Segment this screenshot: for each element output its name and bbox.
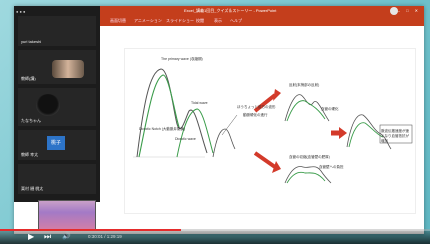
minimize-icon[interactable]: – — [398, 8, 400, 13]
participant-name: 教師(講) — [21, 76, 36, 81]
arrow-up-head — [273, 89, 281, 101]
participant-tile[interactable]: たなちゃん — [18, 88, 96, 126]
video-thumbnail[interactable] — [38, 200, 96, 230]
tab-animations[interactable]: アニメーション — [134, 18, 162, 24]
arrow-down — [253, 151, 277, 169]
label-effect: 動脈硬化の進行 — [243, 113, 268, 117]
label-result: 脈波伝搬速度が速くなり血管抵抗が増加 — [381, 129, 409, 143]
participant-name: yuri takeshi — [21, 39, 42, 44]
slide-canvas[interactable]: The primary wave (収縮期) Dicrotic Notch (大… — [124, 48, 416, 214]
label-bottom: 血管の収縮(血管壁の肥厚) — [289, 155, 330, 159]
maximize-icon[interactable]: □ — [406, 8, 408, 13]
participant-name: たなちゃん — [21, 118, 41, 123]
tab-review[interactable]: 校閲 — [196, 18, 204, 24]
volume-icon[interactable]: 🔊 — [62, 233, 71, 241]
small-wave — [212, 128, 236, 158]
time-display: 0:30:01 / 1:29:19 — [88, 234, 122, 239]
participant-avatar: 桃子 — [47, 136, 65, 150]
label-mid: 血管の硬化 — [321, 107, 339, 111]
progress-fill — [0, 229, 181, 231]
panel-toolbar[interactable]: ● ● ● — [16, 9, 25, 14]
progress-bar[interactable] — [0, 229, 430, 231]
label-primary-wave: The primary wave (収縮期) — [161, 57, 203, 61]
participant-tile[interactable]: 教師(講) — [18, 50, 96, 84]
participants-panel: ● ● ● yuri takeshi 教師(講) たなちゃん 桃子 教師 幸太 … — [14, 6, 100, 202]
label-reflection: 反射(末梢部の反射) — [289, 83, 320, 87]
window-title: Excel_講義1回目_クイズ＆ストーリー - PowerPoint — [184, 8, 277, 13]
window-controls: – □ ✕ — [393, 8, 418, 13]
participant-video — [36, 94, 60, 116]
next-icon[interactable]: ⏭ — [44, 233, 51, 241]
lower-wave-green — [286, 171, 326, 184]
participant-name: 教師 幸太 — [21, 152, 39, 157]
label-tidal-wave: Tidal wave — [191, 101, 208, 105]
participant-name: 栗村 樋 桃太 — [21, 186, 44, 191]
tab-slideshow[interactable]: スライドショー — [166, 18, 194, 24]
tab-view[interactable]: 表示 — [214, 18, 222, 24]
label-dicrotic-wave: Dicrotic wave — [175, 137, 196, 141]
participant-video — [52, 60, 84, 78]
label-peripheral: 血管壁への負担 — [319, 165, 344, 169]
label-dicrotic-notch: Dicrotic Notch (大動脈弁閉鎖) — [139, 127, 186, 131]
main-wave-green — [138, 74, 180, 158]
reflected-wave — [176, 108, 214, 158]
tab-transitions[interactable]: 画面切替 — [110, 18, 126, 24]
tab-help[interactable]: ヘルプ — [230, 18, 242, 24]
close-icon[interactable]: ✕ — [415, 8, 418, 13]
pointer-line — [221, 114, 238, 136]
participant-tile[interactable]: 桃子 教師 幸太 — [18, 130, 96, 160]
arrow-right-head — [339, 127, 347, 139]
participant-tile[interactable]: yuri takeshi — [18, 16, 96, 46]
upper-wave-green — [286, 100, 326, 122]
participant-tile[interactable]: 栗村 樋 桃太 — [18, 164, 96, 194]
result-wave-green — [348, 122, 384, 148]
play-icon[interactable]: ▶ — [28, 233, 34, 241]
label-lowpass: ほうちょっと前方の波形 — [237, 105, 276, 109]
